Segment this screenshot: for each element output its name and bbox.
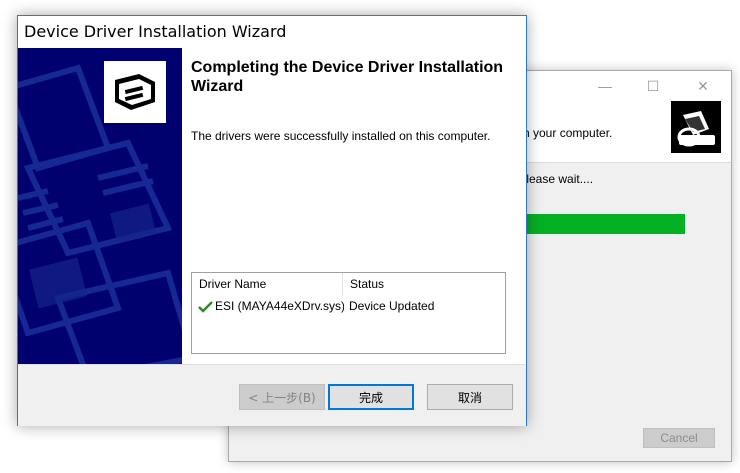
install-progress-bar bbox=[523, 214, 685, 234]
installer-cancel-button[interactable]: Cancel bbox=[643, 428, 715, 448]
column-header-status[interactable]: Status bbox=[343, 273, 503, 295]
driver-wizard-dialog: Device Driver Installation Wizard Comple… bbox=[17, 15, 527, 426]
maximize-icon[interactable]: ☐ bbox=[641, 77, 665, 95]
button-bar: < 上一步(B) 完成 取消 bbox=[18, 364, 526, 426]
wizard-banner bbox=[18, 48, 182, 364]
checkmark-icon bbox=[198, 300, 213, 313]
driver-name-cell: ESI (MAYA44eXDrv.sys)... bbox=[198, 295, 344, 317]
close-icon[interactable]: ✕ bbox=[691, 77, 715, 95]
wizard-heading: Completing the Device Driver Installatio… bbox=[191, 59, 504, 95]
table-row[interactable]: ESI (MAYA44eXDrv.sys)... Device Updated bbox=[192, 295, 505, 317]
minimize-icon[interactable]: — bbox=[593, 77, 617, 95]
dialog-title: Device Driver Installation Wizard bbox=[24, 22, 287, 41]
finish-button[interactable]: 完成 bbox=[328, 384, 414, 410]
install-progress-fill bbox=[523, 214, 685, 234]
wizard-message: The drivers were successfully installed … bbox=[191, 129, 491, 143]
back-button[interactable]: < 上一步(B) bbox=[239, 384, 325, 410]
cancel-button[interactable]: 取消 bbox=[427, 384, 513, 410]
installer-logo-icon bbox=[671, 101, 721, 153]
driver-status-cell: Device Updated bbox=[349, 299, 435, 313]
column-header-driver-name[interactable]: Driver Name bbox=[192, 273, 343, 295]
driver-list-table: Driver Name Status ESI (MAYA44eXDrv.sys)… bbox=[191, 272, 506, 354]
driver-name-text: ESI (MAYA44eXDrv.sys)... bbox=[215, 299, 344, 313]
hardware-icon bbox=[104, 61, 166, 123]
